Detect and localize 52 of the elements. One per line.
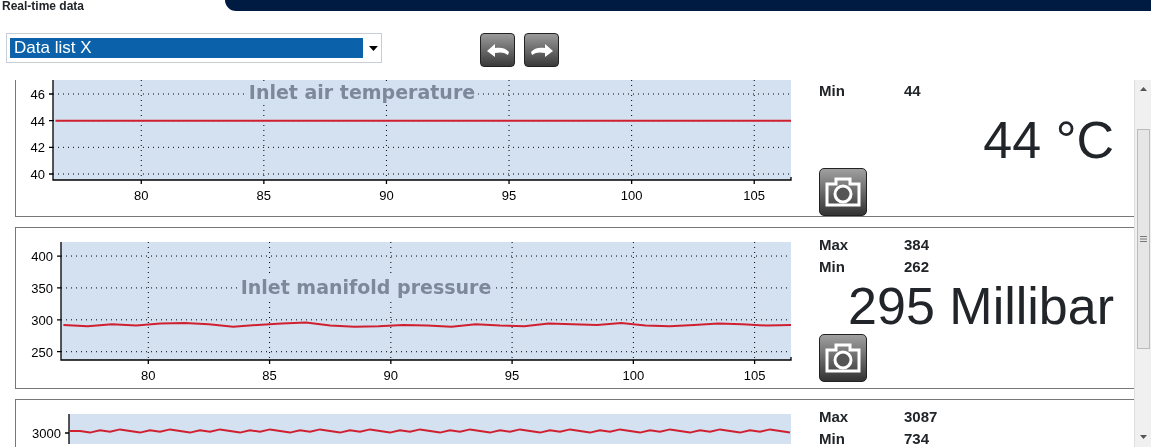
scroll-up-icon[interactable] [1139,87,1147,91]
tick-label: 95 [501,188,517,203]
forward-button[interactable] [524,33,559,67]
tick-label: 44 [30,113,45,129]
scrollbar[interactable] [1134,80,1151,447]
chart-title: Inlet manifold pressure [240,276,492,299]
camera-button[interactable] [819,168,867,216]
tick-label: 95 [504,368,520,383]
scrollbar-thumb[interactable] [1136,129,1150,349]
stat-label: Max [819,235,850,255]
stat-value: 44 [904,81,921,101]
chart-title: Inlet air temperature [248,81,476,104]
tick-label: 250 [31,344,53,360]
back-arrow-icon [485,43,510,57]
camera-icon [824,343,862,373]
tick-label: 90 [379,188,394,203]
tick-label: 85 [262,368,277,383]
value-reading: 44 °C [982,112,1115,168]
grip-icon [1139,236,1147,242]
page-title: Real-time data [1,0,86,14]
tick-label: 42 [30,140,45,156]
tick-label: 100 [620,188,643,203]
stat-value: 734 [904,429,930,447]
camera-icon [824,177,862,207]
tick-label: 105 [743,368,766,383]
camera-button[interactable] [819,334,867,382]
tick-label: 350 [31,280,53,296]
tick-label: 46 [30,87,45,102]
tick-label: 300 [31,312,53,328]
tick-label: 80 [134,188,149,203]
tick-label: 400 [31,249,53,265]
scroll-down-icon[interactable] [1139,435,1147,439]
value-reading: 295 Millibar [847,278,1115,334]
stat-value: 3087 [904,407,938,427]
stat-label: Min [819,429,846,447]
tick-label: 3000 [32,426,61,441]
stat-value: 262 [904,257,930,277]
tick-label: 85 [256,188,272,203]
chart-axes [64,413,70,444]
tick-label: 80 [141,368,156,383]
stat-label: Max [819,407,850,427]
caret-icon [369,45,378,51]
stat-label: Min [819,257,846,277]
stat-value: 384 [904,235,930,255]
stat-label: Min [819,81,846,101]
forward-arrow-icon [529,43,554,57]
data-list-dropdown[interactable]: Data list X [6,33,382,63]
tick-label: 100 [622,368,645,383]
back-button[interactable] [480,33,515,67]
tick-label: 90 [383,368,399,383]
tick-label: 40 [30,167,45,182]
tick-label: 105 [743,188,766,203]
